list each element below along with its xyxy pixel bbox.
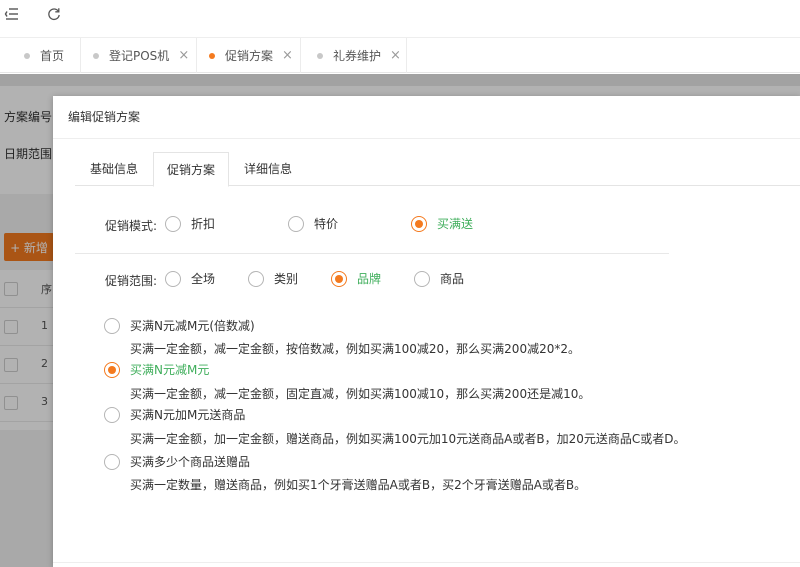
section-divider [75,253,669,254]
tab-coupon-maintenance[interactable]: 礼券维护 × [301,38,407,73]
radio-circle [411,215,427,232]
promotion-mode-label: 促销模式: [105,219,158,233]
refresh-icon[interactable] [46,6,64,24]
tab-promotion[interactable]: 促销方案 × [197,38,301,73]
radio-circle [104,406,120,423]
tab-label: 登记POS机 [109,49,170,63]
promotion-scope-label: 促销范围: [105,274,158,288]
rule-quantity-gift-radio[interactable]: 买满多少个商品送赠品 [104,453,250,470]
close-icon[interactable]: × [390,48,401,63]
rule-multiple-reduce-radio[interactable]: 买满N元减M元(倍数减) [104,317,255,334]
radio-label: 买满N元减M元 [130,363,210,377]
close-icon[interactable]: × [178,48,189,63]
tab-home[interactable]: 首页 [4,38,81,73]
tab-detail-info[interactable]: 详细信息 [229,152,307,186]
mode-discount-radio[interactable]: 折扣 [165,215,215,232]
radio-label: 品牌 [357,272,382,286]
radio-label: 买满多少个商品送赠品 [130,455,251,469]
rule-description: 买满一定数量，赠送商品，例如买1个牙膏送赠品A或者B，买2个牙膏送赠品A或者B。 [130,478,587,492]
radio-circle [414,270,430,287]
radio-circle [104,453,120,470]
radio-label: 折扣 [191,217,216,231]
radio-label: 买满N元加M元送商品 [130,408,246,422]
radio-circle [288,215,304,232]
radio-label: 特价 [314,217,339,231]
scope-product-radio[interactable]: 商品 [414,270,464,287]
tab-promotion-scheme[interactable]: 促销方案 [153,152,229,187]
rule-description: 买满一定金额，减一定金额，固定直减，例如买满100减10，那么买满200还是减1… [130,387,591,401]
dialog-title: 编辑促销方案 [68,110,141,124]
radio-label: 买满N元减M元(倍数减) [130,319,255,333]
radio-circle [104,361,120,378]
radio-circle [104,317,120,334]
rule-description: 买满一定金额，减一定金额，按倍数减，例如买满100减20，那么买满200减20*… [130,342,580,356]
tab-basic-info[interactable]: 基础信息 [75,152,153,186]
rule-add-gift-radio[interactable]: 买满N元加M元送商品 [104,406,245,423]
tab-label: 礼券维护 [333,49,382,63]
dialog-footer-border [53,562,800,563]
top-toolbar [0,0,800,38]
radio-label: 买满送 [437,217,474,231]
scope-category-radio[interactable]: 类别 [248,270,298,287]
radio-circle [248,270,264,287]
scope-brand-radio[interactable]: 品牌 [331,270,381,287]
tab-dot [209,52,215,59]
radio-label: 类别 [274,272,299,286]
page-tabs-bar: 首页 登记POS机 × 促销方案 × 礼券维护 × [0,38,800,73]
edit-promotion-dialog: 编辑促销方案 基础信息 促销方案 详细信息 促销模式: 折扣 特价 买满送 促销… [53,96,800,567]
radio-label: 商品 [440,272,465,286]
radio-circle [331,270,347,287]
tab-label: 首页 [40,49,65,63]
radio-circle [165,215,181,232]
radio-label: 全场 [191,272,216,286]
scope-all-radio[interactable]: 全场 [165,270,215,287]
mode-special-price-radio[interactable]: 特价 [288,215,338,232]
tab-dot [317,52,323,59]
menu-fold-icon[interactable] [4,6,22,24]
tab-register-pos[interactable]: 登记POS机 × [81,38,197,73]
radio-circle [165,270,181,287]
tab-label: 促销方案 [225,49,274,63]
tab-dot [93,52,99,59]
mode-buy-full-gift-radio[interactable]: 买满送 [411,215,473,232]
dialog-header [53,96,800,139]
tab-dot [24,52,30,59]
rule-fixed-reduce-radio[interactable]: 买满N元减M元 [104,361,209,378]
dialog-tabs: 基础信息 促销方案 详细信息 [75,152,800,187]
rule-description: 买满一定金额，加一定金额，赠送商品，例如买满100元加10元送商品A或者B，加2… [130,432,686,446]
close-icon[interactable]: × [282,48,293,63]
